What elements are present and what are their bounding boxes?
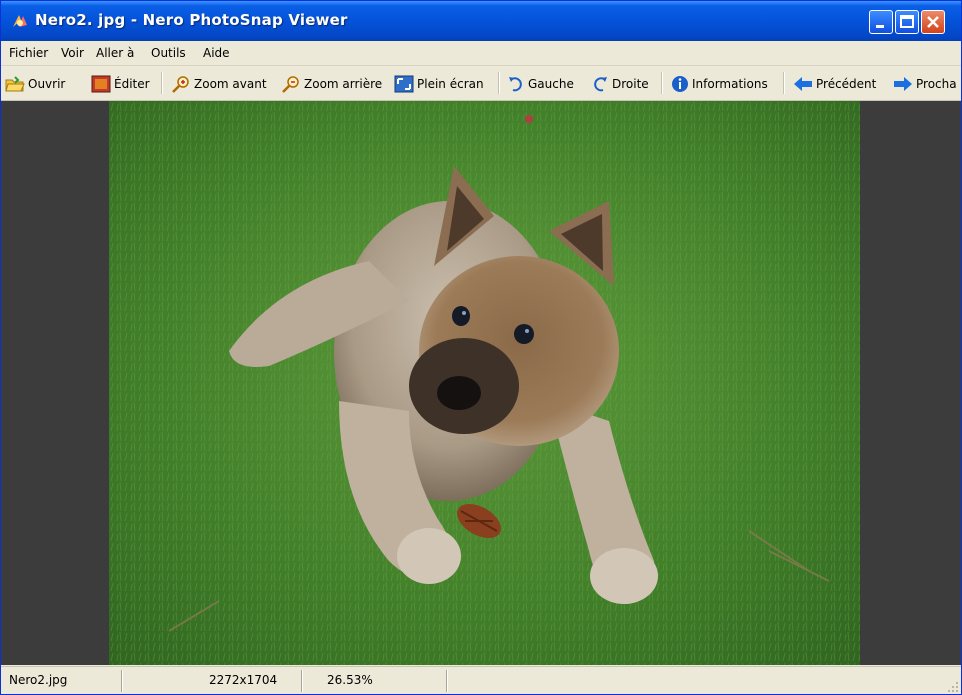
zoom-in-button[interactable]: Zoom avant bbox=[171, 74, 267, 94]
info-button[interactable]: Informations bbox=[671, 74, 768, 94]
arrow-left-icon bbox=[794, 77, 812, 91]
status-filename: Nero2.jpg bbox=[9, 673, 68, 687]
zoom-in-icon bbox=[172, 76, 189, 93]
dog-photo bbox=[109, 101, 860, 665]
edit-image-icon bbox=[91, 75, 111, 93]
minimize-icon bbox=[876, 25, 884, 28]
edit-button[interactable]: Éditer bbox=[91, 74, 150, 94]
toolbar-separator bbox=[498, 72, 500, 94]
status-separator bbox=[121, 670, 123, 692]
status-bar: Nero2.jpg 2272x1704 26.53% bbox=[1, 666, 961, 694]
close-icon bbox=[927, 16, 939, 28]
maximize-icon bbox=[900, 15, 914, 28]
rotate-right-icon bbox=[594, 77, 607, 92]
window-title: Nero2. jpg - Nero PhotoSnap Viewer bbox=[35, 11, 348, 29]
arrow-right-icon bbox=[894, 77, 912, 91]
maximize-button[interactable] bbox=[895, 10, 919, 34]
info-icon bbox=[672, 76, 688, 92]
minimize-button[interactable] bbox=[869, 10, 893, 34]
fullscreen-icon bbox=[394, 75, 414, 93]
menu-fichier[interactable]: Fichier bbox=[9, 46, 48, 60]
menu-outils[interactable]: Outils bbox=[151, 46, 186, 60]
open-folder-icon bbox=[5, 76, 25, 92]
resize-grip-icon[interactable] bbox=[947, 681, 959, 693]
rotate-left-icon bbox=[509, 77, 522, 92]
app-window: Nero2. jpg - Nero PhotoSnap Viewer Fichi… bbox=[0, 0, 962, 695]
rotate-left-label: Gauche bbox=[528, 77, 574, 91]
status-dimensions: 2272x1704 bbox=[209, 673, 278, 687]
close-button[interactable] bbox=[921, 10, 945, 34]
menu-voir[interactable]: Voir bbox=[61, 46, 84, 60]
rotate-right-label: Droite bbox=[612, 77, 649, 91]
toolbar-separator bbox=[661, 72, 663, 94]
zoom-out-button[interactable]: Zoom arrière bbox=[281, 74, 382, 94]
photo-illustration bbox=[109, 101, 860, 665]
info-label: Informations bbox=[692, 77, 768, 91]
menu-aller-a[interactable]: Aller à bbox=[96, 46, 134, 60]
edit-label: Éditer bbox=[114, 77, 150, 91]
status-separator bbox=[301, 670, 303, 692]
title-bar[interactable]: Nero2. jpg - Nero PhotoSnap Viewer bbox=[1, 1, 961, 41]
next-button[interactable]: Procha bbox=[893, 74, 957, 94]
next-label: Procha bbox=[916, 77, 957, 91]
fullscreen-button[interactable]: Plein écran bbox=[394, 74, 484, 94]
status-separator bbox=[446, 670, 448, 692]
image-viewer[interactable] bbox=[1, 101, 961, 665]
toolbar: Ouvrir Éditer Zoom avant Zoom arrière Pl… bbox=[1, 66, 961, 101]
fullscreen-label: Plein écran bbox=[417, 77, 484, 91]
open-label: Ouvrir bbox=[28, 77, 66, 91]
toolbar-separator bbox=[161, 72, 163, 94]
menu-bar: Fichier Voir Aller à Outils Aide bbox=[1, 41, 961, 66]
zoom-out-icon bbox=[282, 76, 299, 93]
toolbar-separator bbox=[783, 72, 785, 94]
status-zoom: 26.53% bbox=[327, 673, 373, 687]
rotate-left-button[interactable]: Gauche bbox=[507, 74, 574, 94]
zoom-out-label: Zoom arrière bbox=[304, 77, 383, 91]
menu-aide[interactable]: Aide bbox=[203, 46, 230, 60]
previous-button[interactable]: Précédent bbox=[793, 74, 876, 94]
previous-label: Précédent bbox=[816, 77, 877, 91]
zoom-in-label: Zoom avant bbox=[194, 77, 267, 91]
rotate-right-button[interactable]: Droite bbox=[591, 74, 649, 94]
open-button[interactable]: Ouvrir bbox=[5, 74, 65, 94]
photosnap-app-icon bbox=[13, 15, 27, 27]
